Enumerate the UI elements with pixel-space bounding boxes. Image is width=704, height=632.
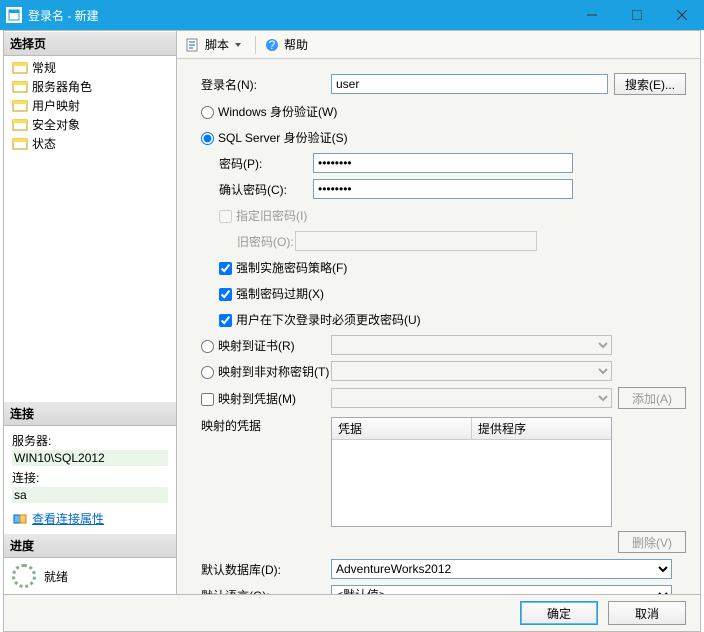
default-db-label: 默认数据库(D): xyxy=(201,561,331,578)
enforce-policy-checkbox[interactable]: 强制实施密码策略(F) xyxy=(219,259,347,276)
help-icon: ? xyxy=(264,37,280,53)
enforce-expiration-checkbox[interactable]: 强制密码过期(X) xyxy=(219,285,324,302)
nav-securables[interactable]: 安全对象 xyxy=(4,115,176,134)
sidebar: 选择页 常规 服务器角色 用户映射 安全对象 状态 连接 服务器: WIN10\… xyxy=(4,31,177,594)
close-button[interactable] xyxy=(659,0,704,30)
search-button[interactable]: 搜索(E)... xyxy=(614,73,686,95)
nav-general[interactable]: 常规 xyxy=(4,58,176,77)
progress-status: 就绪 xyxy=(44,568,68,585)
default-lang-select[interactable]: <默认值> xyxy=(331,585,672,594)
view-connection-props-link[interactable]: 查看连接属性 xyxy=(32,510,104,527)
asym-select xyxy=(331,361,612,381)
default-lang-label: 默认语言(G): xyxy=(201,587,331,595)
grid-col-credential: 凭据 xyxy=(332,418,472,439)
server-value: WIN10\SQL2012 xyxy=(12,450,168,466)
script-dropdown-icon[interactable] xyxy=(235,43,241,47)
cancel-button[interactable]: 取消 xyxy=(608,601,686,625)
map-cred-checkbox[interactable]: 映射到凭据(M) xyxy=(201,390,331,407)
app-icon xyxy=(6,7,22,23)
dialog-footer: 确定 取消 xyxy=(3,594,701,632)
conn-value: sa xyxy=(12,487,168,503)
cert-select xyxy=(331,335,612,355)
remove-button: 删除(V) xyxy=(618,531,686,553)
conn-label: 连接: xyxy=(12,469,168,486)
old-password-label: 旧密码(O): xyxy=(201,233,295,250)
script-button[interactable]: 脚本 xyxy=(205,36,229,53)
server-label: 服务器: xyxy=(12,432,168,449)
login-name-label: 登录名(N): xyxy=(201,76,331,93)
login-name-input[interactable] xyxy=(331,74,608,94)
cred-select xyxy=(331,388,612,408)
svg-text:?: ? xyxy=(269,38,276,52)
main-panel: 脚本 ? 帮助 登录名(N): 搜索(E)... Windows 身份验证(W)… xyxy=(177,31,700,594)
password-input[interactable] xyxy=(313,153,573,173)
windows-auth-radio[interactable]: Windows 身份验证(W) xyxy=(201,103,337,120)
progress-spinner-icon xyxy=(12,564,36,588)
help-button[interactable]: 帮助 xyxy=(284,36,308,53)
nav-user-mapping[interactable]: 用户映射 xyxy=(4,96,176,115)
script-icon xyxy=(185,37,201,53)
toolbar-separator xyxy=(255,36,256,54)
toolbar: 脚本 ? 帮助 xyxy=(177,31,700,59)
progress-head: 进度 xyxy=(4,533,176,558)
add-button: 添加(A) xyxy=(618,387,686,409)
nav-status[interactable]: 状态 xyxy=(4,134,176,153)
password-label: 密码(P): xyxy=(201,155,313,172)
select-page-head: 选择页 xyxy=(4,31,176,56)
minimize-button[interactable] xyxy=(569,0,614,30)
default-db-select[interactable]: AdventureWorks2012 xyxy=(331,559,672,579)
map-cert-radio[interactable]: 映射到证书(R) xyxy=(201,337,331,354)
old-password-input xyxy=(295,231,537,251)
connection-head: 连接 xyxy=(4,401,176,426)
specify-old-password-checkbox: 指定旧密码(I) xyxy=(219,207,307,224)
mapped-creds-label: 映射的凭据 xyxy=(201,415,331,434)
map-asym-radio[interactable]: 映射到非对称密钥(T) xyxy=(201,363,331,380)
ok-button[interactable]: 确定 xyxy=(520,601,598,625)
sql-auth-radio[interactable]: SQL Server 身份验证(S) xyxy=(201,129,348,146)
nav-server-roles[interactable]: 服务器角色 xyxy=(4,77,176,96)
confirm-password-label: 确认密码(C): xyxy=(201,181,313,198)
title-bar: 登录名 - 新建 xyxy=(0,0,704,30)
must-change-password-checkbox[interactable]: 用户在下次登录时必须更改密码(U) xyxy=(219,311,421,328)
maximize-button[interactable] xyxy=(614,0,659,30)
confirm-password-input[interactable] xyxy=(313,179,573,199)
credentials-grid[interactable]: 凭据提供程序 xyxy=(331,417,612,527)
window-title: 登录名 - 新建 xyxy=(28,7,569,24)
connection-icon xyxy=(12,512,28,526)
grid-col-provider: 提供程序 xyxy=(472,418,611,439)
